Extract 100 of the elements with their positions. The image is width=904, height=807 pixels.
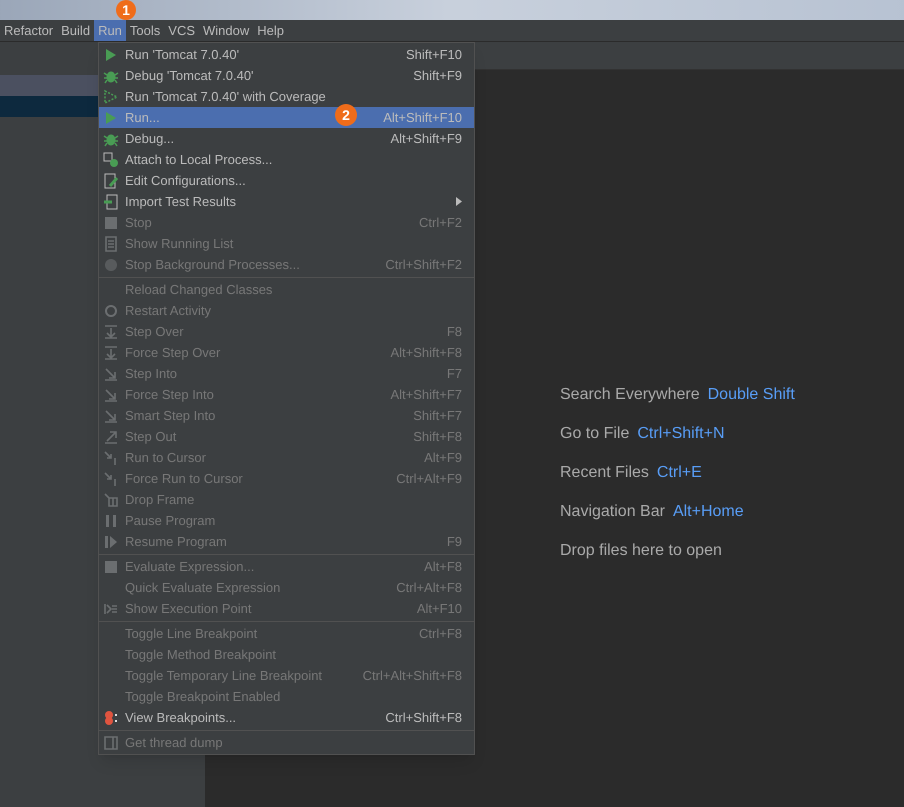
menu-item-label: Smart Step Into [125, 406, 216, 425]
import-icon [103, 194, 119, 210]
menu-item-label: Import Test Results [125, 192, 236, 211]
shortcut-label: F9 [446, 532, 462, 551]
menu-item-label: Resume Program [125, 532, 227, 551]
menu-item-label: Force Step Into [125, 386, 214, 404]
menu-item-label: Evaluate Expression... [125, 558, 254, 576]
menu-item[interactable]: Run 'Tomcat 7.0.40' Shift+F10 [99, 44, 474, 65]
menu-item-label: Edit Configurations... [125, 172, 246, 190]
menu-bar-item[interactable]: Build [57, 20, 94, 41]
hint-shortcut: Alt+Home [672, 502, 744, 522]
cursor-icon [103, 470, 119, 486]
shortcut-label: Ctrl+Alt+F8 [396, 578, 462, 597]
menu-item[interactable]: Import Test Results [99, 191, 474, 212]
run-icon [105, 110, 117, 124]
shortcut-label: Shift+F7 [413, 406, 462, 425]
step-into-icon [103, 408, 119, 424]
menu-bar-item[interactable]: Refactor [0, 20, 58, 41]
shortcut-label: Alt+F10 [416, 600, 462, 618]
shortcut-label: Shift+F8 [413, 428, 462, 446]
menu-item[interactable]: Debug... Alt+Shift+F9 [99, 128, 474, 149]
menu-bar-item[interactable]: VCS [164, 20, 200, 41]
shortcut-label: Alt+Shift+F9 [390, 130, 462, 148]
menu-item-label: Restart Activity [125, 302, 211, 320]
run-icon [105, 48, 117, 62]
shortcut-label: Ctrl+Shift+F2 [385, 256, 462, 274]
menu-item-label: Force Step Over [125, 344, 220, 362]
menu-bar-item[interactable]: Window [199, 20, 254, 41]
menu-item-label: Run 'Tomcat 7.0.40' [125, 46, 240, 64]
menu-item[interactable]: Debug 'Tomcat 7.0.40' Shift+F9 [99, 65, 474, 86]
attach-icon [103, 152, 119, 168]
menu-item-label: Show Running List [125, 234, 234, 253]
edit-config-icon [103, 172, 119, 188]
step-into-icon [103, 366, 119, 382]
menu-bar-item[interactable]: Run [94, 20, 126, 41]
menu-item-label: Quick Evaluate Expression [125, 578, 280, 597]
menu-item-label: Run to Cursor [125, 448, 206, 467]
menu-item-label: Toggle Breakpoint Enabled [125, 688, 280, 706]
shortcut-label: F8 [446, 322, 462, 341]
shortcut-label: Ctrl+Shift+F8 [385, 708, 462, 727]
hint-shortcut: Double Shift [708, 385, 795, 405]
menu-item[interactable]: Edit Configurations... [99, 170, 474, 191]
stop-icon [103, 214, 119, 230]
resume-icon [103, 534, 119, 550]
cursor-icon [103, 450, 119, 466]
step-out-icon [103, 428, 119, 444]
breakpoints-icon [103, 710, 119, 726]
drop-frame-icon [103, 492, 119, 508]
shortcut-label: Ctrl+Alt+Shift+F8 [362, 666, 462, 685]
menu-item-label: Step Out [125, 428, 176, 446]
hint-label: Search Everywhere [560, 385, 700, 405]
menu-item-label: Show Execution Point [125, 600, 252, 618]
menu-item-label: Run... [125, 108, 160, 127]
menu-item-label: Reload Changed Classes [125, 280, 272, 299]
shortcut-label: Ctrl+F8 [419, 624, 462, 643]
hint-label: Recent Files [560, 463, 649, 483]
menu-item-label: Pause Program [125, 512, 216, 530]
menu-item-label: Get thread dump [125, 734, 223, 752]
menu-item-label: Stop Background Processes... [125, 256, 300, 274]
menu-item[interactable]: View Breakpoints... Ctrl+Shift+F8 [99, 707, 474, 728]
menu-item-label: Step Over [125, 322, 184, 341]
process-icon [103, 256, 119, 272]
menu-item-label: Debug... [125, 130, 174, 148]
menu-item-label: Run 'Tomcat 7.0.40' with Coverage [125, 88, 326, 106]
hint-label: Drop files here to open [560, 541, 722, 561]
menu-item[interactable]: Attach to Local Process... [99, 149, 474, 170]
menu-bar-item[interactable]: Help [253, 20, 288, 41]
shortcut-label: Alt+Shift+F7 [390, 386, 462, 404]
menu-item-label: Debug 'Tomcat 7.0.40' [125, 66, 254, 85]
shortcut-label: Ctrl+Alt+F9 [396, 470, 462, 488]
pause-icon [103, 512, 119, 528]
menu-item-label: Toggle Line Breakpoint [125, 624, 258, 643]
menu-item-label: Step Into [125, 364, 178, 383]
menu-item-label: Stop [125, 214, 152, 232]
menu-item-label: View Breakpoints... [125, 708, 236, 727]
shortcut-label: Ctrl+F2 [419, 214, 462, 232]
hint-shortcut: Ctrl+Shift+N [637, 424, 724, 444]
shortcut-label: Alt+Shift+F8 [390, 344, 462, 362]
menu-item-label: Attach to Local Process... [125, 150, 272, 169]
step-over-icon [103, 344, 119, 360]
menu-item[interactable]: Run 'Tomcat 7.0.40' with Coverage [99, 86, 474, 107]
shortcut-label: Shift+F10 [406, 46, 462, 64]
menu-item-label: Force Run to Cursor [125, 470, 243, 488]
step-into-icon [103, 386, 119, 402]
menu-item-label: Toggle Method Breakpoint [125, 646, 276, 664]
submenu-arrow-icon [456, 197, 462, 206]
thread-dump-icon [103, 734, 119, 750]
menu-bar-item[interactable]: Tools [126, 20, 164, 41]
shortcut-label: Alt+F8 [424, 558, 462, 576]
shortcut-label: Shift+F9 [413, 66, 462, 85]
menu-item-label: Toggle Temporary Line Breakpoint [125, 666, 322, 685]
shortcut-label: Alt+F9 [424, 448, 462, 467]
hint-shortcut: Ctrl+E [656, 463, 702, 483]
shortcut-label: F7 [446, 364, 462, 383]
step-over-icon [103, 324, 119, 340]
hint-label: Navigation Bar [560, 502, 665, 522]
list-icon [103, 236, 119, 252]
shortcut-label: Alt+Shift+F10 [383, 108, 462, 127]
restart-icon [103, 302, 119, 318]
hint-label: Go to File [560, 424, 630, 444]
